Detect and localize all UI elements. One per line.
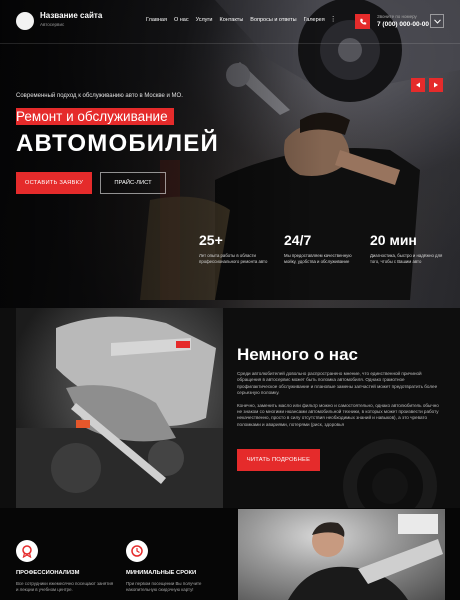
- stat-value: 25+: [199, 232, 223, 248]
- feature-title: МИНИМАЛЬНЫЕ СРОКИ: [126, 570, 197, 576]
- slider-prev-button[interactable]: [411, 78, 425, 92]
- phone-label: Звоните по номеру: [377, 14, 417, 19]
- site-tagline: Автосервис: [40, 22, 65, 27]
- stat-desc: Мы предоставляем качественную мойку, удо…: [284, 253, 352, 264]
- nav-item-home[interactable]: Главная: [146, 17, 167, 23]
- clock-icon: [126, 540, 148, 562]
- nav-item-services[interactable]: Услуги: [196, 17, 213, 23]
- hero-subtitle: Современный подход к обслуживанию авто в…: [16, 93, 183, 99]
- about-title: Немного о нас: [237, 345, 358, 364]
- phone-button[interactable]: [355, 14, 370, 29]
- chevron-down-icon: [433, 18, 441, 24]
- nav-item-gallery[interactable]: Галерея: [304, 17, 325, 23]
- feature-desc: При первом посещении Вы получите накопит…: [126, 581, 202, 592]
- stat-diagnostics: 20 мин Диагностика, быстро и надёжно для…: [370, 232, 450, 265]
- main-nav: Главная О нас Услуги Контакты Вопросы и …: [146, 16, 337, 23]
- nav-item-faq[interactable]: Вопросы и ответы: [250, 17, 296, 23]
- hero-title-line2: АВТОМОБИЛЕЙ: [16, 130, 219, 157]
- nav-more-icon[interactable]: ⋮: [330, 16, 337, 23]
- stat-experience: 25+ Лет опыта работы в области профессио…: [199, 232, 279, 265]
- arrow-right-icon: [434, 82, 438, 88]
- mechanic-image: [238, 509, 445, 600]
- about-paragraph: Среди автолюбителей довольно распростран…: [237, 371, 438, 396]
- certificate-icon: [16, 540, 38, 562]
- feature-desc: Все сотрудники ежемесячно посещают занят…: [16, 581, 114, 592]
- stat-hours: 24/7 Мы предоставляем качественную мойку…: [284, 232, 364, 265]
- hero-title-line1: Ремонт и обслуживание: [16, 108, 174, 125]
- about-text: Среди автолюбителей довольно распростран…: [237, 371, 445, 428]
- about-image: [16, 308, 223, 508]
- mechanic-photo: [288, 514, 443, 600]
- arrow-left-icon: [416, 82, 420, 88]
- about-section: Немного о нас Среди автолюбителей доволь…: [0, 308, 460, 516]
- nav-item-about[interactable]: О нас: [174, 17, 189, 23]
- stat-desc: Диагностика, быстро и надёжно для того, …: [370, 253, 443, 264]
- gear-icon: [343, 439, 437, 516]
- about-paragraph: Конечно, заменить масло или фильтр можно…: [237, 402, 439, 427]
- read-more-button[interactable]: ЧИТАТЬ ПОДРОБНЕЕ: [237, 449, 320, 471]
- site-header: Название сайта Автосервис Главная О нас …: [0, 0, 460, 44]
- site-name[interactable]: Название сайта: [40, 11, 102, 20]
- phone-number[interactable]: 7 (000) 000-00-00: [377, 21, 429, 28]
- hero-section: Название сайта Автосервис Главная О нас …: [0, 0, 460, 308]
- wrench-photo: [16, 316, 223, 508]
- menu-button[interactable]: [430, 14, 444, 28]
- phone-icon: [359, 18, 366, 25]
- logo[interactable]: [16, 12, 34, 30]
- slider-next-button[interactable]: [429, 78, 443, 92]
- price-list-button[interactable]: ПРАЙС-ЛИСТ: [100, 172, 166, 194]
- stat-value: 24/7: [284, 232, 312, 248]
- stat-desc: Лет опыта работы в области профессиональ…: [199, 253, 268, 264]
- feature-title: ПРОФЕССИОНАЛИЗМ: [16, 570, 80, 576]
- nav-item-contacts[interactable]: Контакты: [220, 17, 244, 23]
- apply-button[interactable]: ОСТАВИТЬ ЗАЯВКУ: [16, 172, 92, 194]
- stat-value: 20 мин: [370, 232, 417, 248]
- features-section: ПРОФЕССИОНАЛИЗМ Все сотрудники ежемесячн…: [0, 508, 460, 600]
